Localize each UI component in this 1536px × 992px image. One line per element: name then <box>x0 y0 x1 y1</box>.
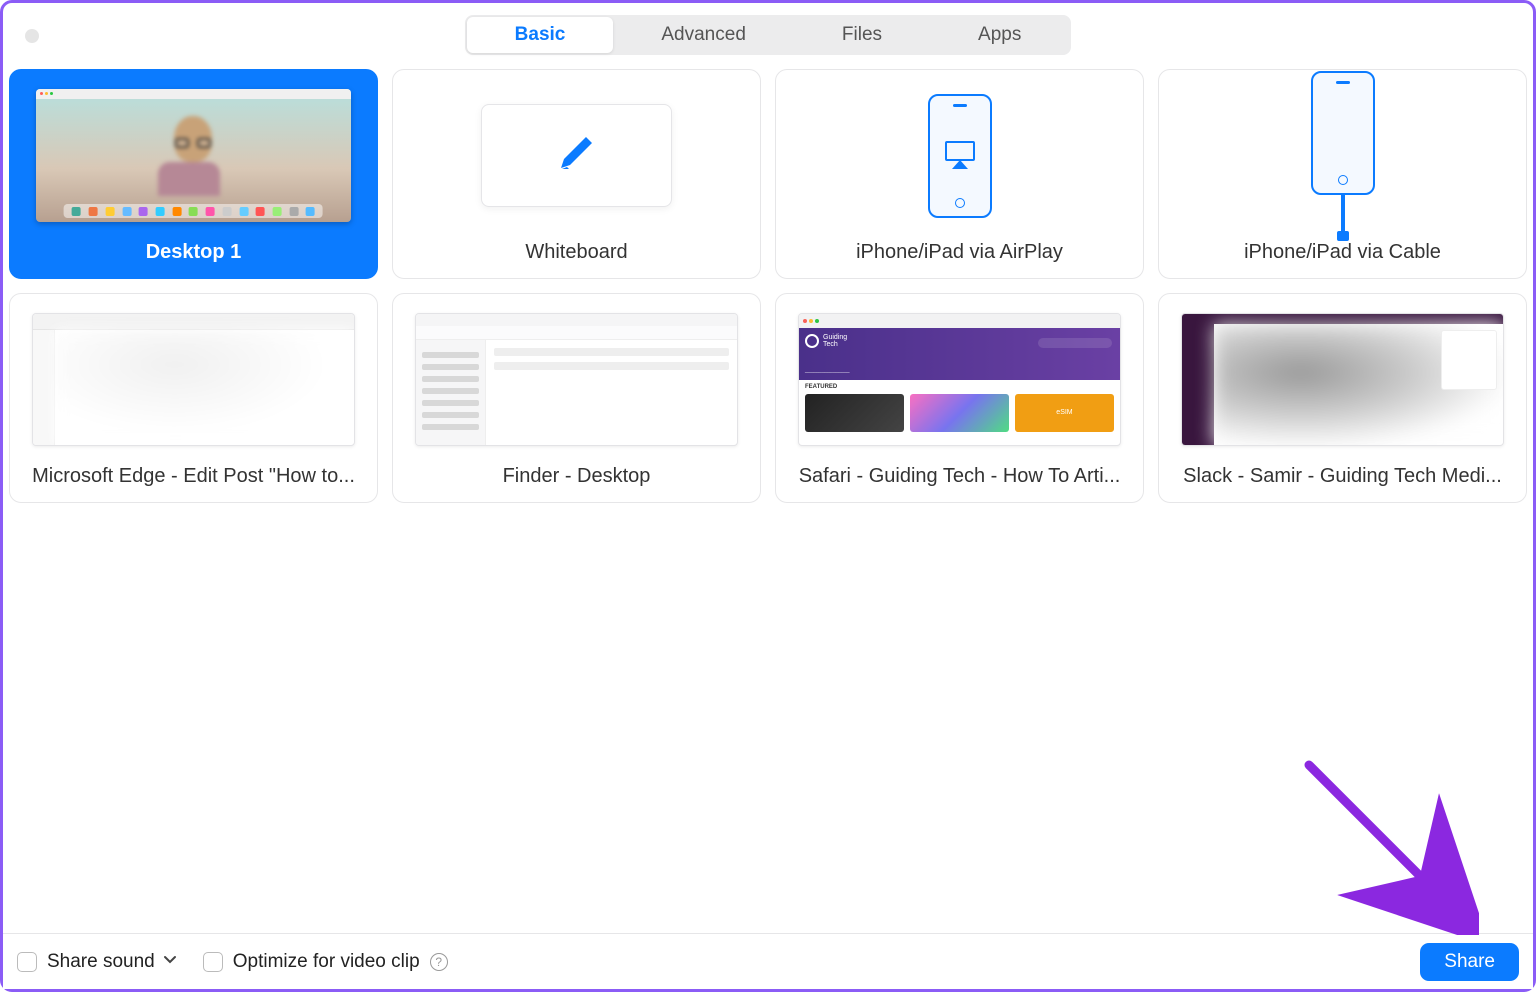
share-button[interactable]: Share <box>1420 943 1519 981</box>
cable-icon <box>1341 193 1345 231</box>
help-icon[interactable]: ? <box>430 953 448 971</box>
share-sound-option[interactable]: Share sound <box>17 951 177 973</box>
tile-finder[interactable]: Finder - Desktop <box>392 293 761 503</box>
tab-basic[interactable]: Basic <box>467 17 614 53</box>
tile-slack[interactable]: Slack - Samir - Guiding Tech Medi... <box>1158 293 1527 503</box>
phone-icon <box>1311 71 1375 195</box>
phone-icon <box>928 94 992 218</box>
tab-apps[interactable]: Apps <box>930 17 1069 53</box>
tab-files[interactable]: Files <box>794 17 930 53</box>
share-grid: Desktop 1 Whiteboard iPhone/iPad via Air… <box>3 55 1533 503</box>
tile-label: Microsoft Edge - Edit Post "How to... <box>10 465 377 488</box>
thumb-airplay <box>776 70 1143 241</box>
tile-label: Slack - Samir - Guiding Tech Medi... <box>1159 465 1526 488</box>
tile-microsoft-edge[interactable]: Microsoft Edge - Edit Post "How to... <box>9 293 378 503</box>
tab-group: Basic Advanced Files Apps <box>465 15 1072 55</box>
tile-safari[interactable]: GuidingTech ________________ FEATURED eS… <box>775 293 1144 503</box>
plug-icon <box>1337 231 1349 241</box>
share-sound-label: Share sound <box>47 951 155 973</box>
thumb-whiteboard <box>393 70 760 241</box>
safari-preview: GuidingTech ________________ FEATURED eS… <box>798 313 1121 446</box>
thumb-slack <box>1159 294 1526 465</box>
tile-label: Desktop 1 <box>10 241 377 264</box>
optimize-option[interactable]: Optimize for video clip ? <box>203 951 448 973</box>
tile-label: Safari - Guiding Tech - How To Arti... <box>776 465 1143 488</box>
tile-whiteboard[interactable]: Whiteboard <box>392 69 761 279</box>
tab-bar: Basic Advanced Files Apps <box>3 3 1533 55</box>
tile-desktop-1[interactable]: Desktop 1 <box>9 69 378 279</box>
tile-label: Finder - Desktop <box>393 465 760 488</box>
tile-label: iPhone/iPad via AirPlay <box>776 241 1143 264</box>
finder-preview <box>415 313 738 446</box>
thumb-desktop-1 <box>10 70 377 241</box>
tile-iphone-cable[interactable]: iPhone/iPad via Cable <box>1158 69 1527 279</box>
tab-advanced[interactable]: Advanced <box>613 17 794 53</box>
airplay-icon <box>945 141 975 163</box>
tile-label: Whiteboard <box>393 241 760 264</box>
thumb-cable <box>1159 70 1526 241</box>
desktop-preview <box>36 89 352 222</box>
edge-preview <box>32 313 355 446</box>
tile-iphone-airplay[interactable]: iPhone/iPad via AirPlay <box>775 69 1144 279</box>
optimize-label: Optimize for video clip <box>233 951 420 973</box>
optimize-checkbox[interactable] <box>203 952 223 972</box>
slack-preview <box>1181 313 1504 446</box>
bottom-bar: Share sound Optimize for video clip ? Sh… <box>3 933 1533 989</box>
tile-label: iPhone/iPad via Cable <box>1159 241 1526 264</box>
annotation-arrow <box>1279 735 1479 935</box>
thumb-safari: GuidingTech ________________ FEATURED eS… <box>776 294 1143 465</box>
thumb-edge <box>10 294 377 465</box>
chevron-down-icon[interactable] <box>163 951 177 973</box>
share-sound-checkbox[interactable] <box>17 952 37 972</box>
whiteboard-card <box>481 104 672 207</box>
thumb-finder <box>393 294 760 465</box>
close-window-dot[interactable] <box>25 29 39 43</box>
pencil-icon <box>553 130 599 181</box>
